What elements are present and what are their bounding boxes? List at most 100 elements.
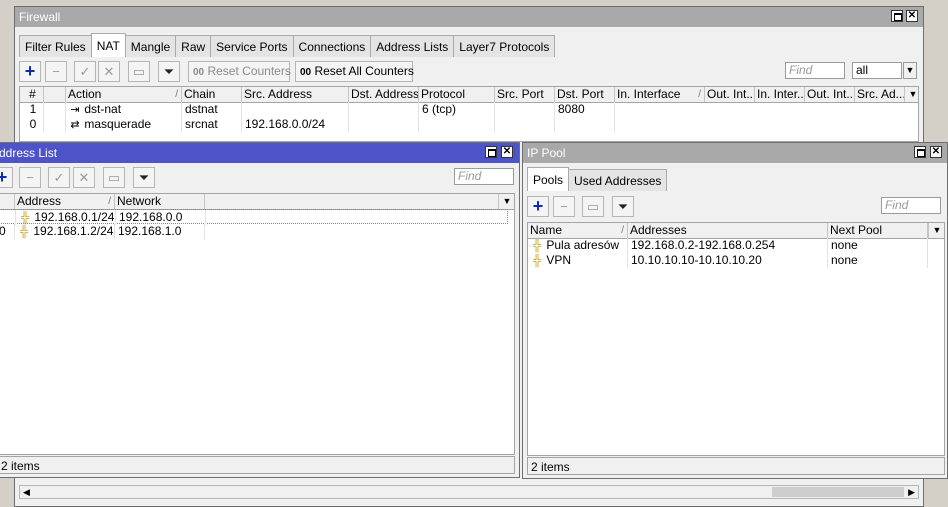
rule-action: ⇥ dst-nat	[66, 102, 182, 117]
tab-service-ports[interactable]: Service Ports	[210, 35, 294, 57]
filter-icon[interactable]: ⏷	[158, 61, 180, 82]
columns-dropdown-icon[interactable]: ▼	[904, 87, 918, 102]
comment-icon[interactable]: ▭	[103, 167, 125, 188]
enable-icon[interactable]: ✓	[48, 167, 70, 188]
pool-table-header: Name / Addresses Next Pool ▼	[528, 223, 944, 239]
firewall-filter-select[interactable]: all	[852, 62, 902, 79]
filter-icon[interactable]: ⏷	[612, 196, 634, 217]
table-row[interactable]: ╬ VPN 10.10.10.10-10.10.10.20 none	[528, 253, 944, 268]
col-address[interactable]: Address /	[15, 194, 115, 209]
reset-all-counters-button[interactable]: 00 Reset All Counters	[295, 61, 414, 82]
tab-address-lists[interactable]: Address Lists	[370, 35, 455, 57]
table-row[interactable]: 1 ⇥ dst-nat dstnat 6 (tcp) 8080	[20, 102, 918, 117]
address-list-titlebar[interactable]: ddress List	[0, 143, 519, 163]
scroll-thumb[interactable]	[772, 487, 904, 497]
col-name-label: Name	[530, 223, 563, 237]
pool-name-label: VPN	[546, 253, 572, 267]
col-protocol[interactable]: Protocol	[419, 87, 495, 102]
add-icon[interactable]: +	[0, 167, 13, 188]
horizontal-scrollbar[interactable]: ◀ ▶	[19, 485, 919, 499]
tab-connections[interactable]: Connections	[292, 35, 372, 57]
firewall-find-input[interactable]: Find	[785, 62, 845, 79]
col-flags[interactable]	[0, 194, 15, 209]
address-list-close-button[interactable]	[501, 146, 513, 158]
tab-nat[interactable]: NAT	[90, 33, 126, 57]
table-row[interactable]: ╬ Pula adresów 192.168.0.2-192.168.0.254…	[528, 238, 944, 253]
tab-raw[interactable]: Raw	[175, 35, 212, 57]
remove-icon[interactable]: −	[45, 61, 67, 82]
remove-icon[interactable]: −	[19, 167, 41, 188]
col-dst-port[interactable]: Dst. Port	[555, 87, 615, 102]
nat-table-header: # Action / Chain Src. Address Dst. Addres…	[20, 87, 918, 103]
col-action[interactable]: Action /	[66, 87, 182, 102]
disable-icon[interactable]: ✕	[98, 61, 120, 82]
ip-pool-titlebar[interactable]: IP Pool	[523, 143, 947, 163]
address-list-find-input[interactable]: Find	[454, 168, 514, 185]
rule-flags	[44, 102, 66, 117]
add-icon[interactable]: +	[19, 61, 41, 82]
col-next-pool[interactable]: Next Pool	[828, 223, 928, 238]
col-num[interactable]: #	[20, 87, 44, 102]
col-in-interface-list[interactable]: In. Inter...	[755, 87, 805, 102]
col-out-interface[interactable]: Out. Int...	[705, 87, 755, 102]
reset-all-counters-label: Reset All Counters	[314, 64, 414, 78]
pool-addresses: 192.168.0.2-192.168.0.254	[628, 238, 828, 253]
tab-filter-rules[interactable]: Filter Rules	[19, 35, 92, 57]
row-prefix	[0, 210, 16, 225]
pool-next: none	[828, 238, 928, 253]
col-src-port[interactable]: Src. Port	[495, 87, 555, 102]
tab-mangle[interactable]: Mangle	[124, 35, 177, 57]
col-src-address[interactable]: Src. Address	[242, 87, 349, 102]
col-flags[interactable]	[44, 87, 66, 102]
sort-icon: /	[175, 89, 178, 100]
pool-icon: ╬	[533, 240, 541, 252]
pool-name: ╬ VPN	[528, 253, 628, 268]
address-list-maximize-button[interactable]	[485, 146, 497, 158]
rule-protocol	[419, 117, 495, 132]
tab-layer7-protocols[interactable]: Layer7 Protocols	[453, 35, 556, 57]
table-row[interactable]: 0 ╬ 192.168.1.2/24 192.168.1.0	[0, 224, 508, 239]
firewall-titlebar[interactable]: Firewall	[15, 7, 923, 27]
sort-icon: /	[621, 225, 624, 236]
enable-icon[interactable]: ✓	[74, 61, 96, 82]
ip-pool-window: IP Pool Pools Used Addresses + − ▭ ⏷ Fin…	[522, 142, 948, 479]
tab-used-addresses[interactable]: Used Addresses	[568, 169, 668, 191]
nat-rules-table: # Action / Chain Src. Address Dst. Addres…	[19, 86, 919, 142]
rule-action-label: dst-nat	[84, 102, 122, 116]
col-name[interactable]: Name /	[528, 223, 628, 238]
scroll-left-icon[interactable]: ◀	[23, 486, 30, 498]
col-out-interface-list[interactable]: Out. Int...	[805, 87, 855, 102]
col-chain[interactable]: Chain	[182, 87, 242, 102]
address-list-title: ddress List	[0, 146, 58, 160]
ip-pool-close-button[interactable]	[930, 146, 942, 158]
firewall-maximize-button[interactable]	[891, 10, 903, 22]
ip-pool-maximize-button[interactable]	[914, 146, 926, 158]
row-address: ╬ 192.168.0.1/24	[16, 210, 116, 225]
rule-action-label: masquerade	[84, 117, 152, 131]
col-in-interface[interactable]: In. Interface /	[615, 87, 705, 102]
col-src-address-list[interactable]: Src. Ad...	[855, 87, 905, 102]
col-dst-address[interactable]: Dst. Address	[349, 87, 419, 102]
table-row[interactable]: 0 ⇄ masquerade srcnat 192.168.0.0/24	[20, 117, 918, 132]
comment-icon[interactable]: ▭	[128, 61, 150, 82]
disable-icon[interactable]: ✕	[73, 167, 95, 188]
columns-dropdown-icon[interactable]: ▼	[928, 223, 944, 238]
table-row[interactable]: ╬ 192.168.0.1/24 192.168.0.0	[0, 209, 508, 225]
comment-icon[interactable]: ▭	[582, 196, 604, 217]
scroll-right-icon[interactable]: ▶	[908, 486, 915, 498]
ip-pool-find-input[interactable]: Find	[881, 197, 941, 214]
tab-pools[interactable]: Pools	[527, 167, 570, 191]
row-prefix: 0	[0, 224, 15, 239]
filter-icon[interactable]: ⏷	[133, 167, 155, 188]
col-network[interactable]: Network	[115, 194, 205, 209]
columns-dropdown-icon[interactable]: ▼	[498, 194, 514, 209]
col-addresses[interactable]: Addresses	[628, 223, 828, 238]
remove-icon[interactable]: −	[553, 196, 575, 217]
add-icon[interactable]: +	[527, 196, 549, 217]
rule-src-port	[495, 117, 555, 132]
reset-counters-button[interactable]: 00 Reset Counters	[188, 61, 291, 82]
firewall-title: Firewall	[19, 10, 61, 24]
firewall-close-button[interactable]	[906, 10, 918, 22]
chevron-down-icon[interactable]: ▼	[903, 62, 917, 79]
ip-pool-title: IP Pool	[527, 146, 566, 160]
